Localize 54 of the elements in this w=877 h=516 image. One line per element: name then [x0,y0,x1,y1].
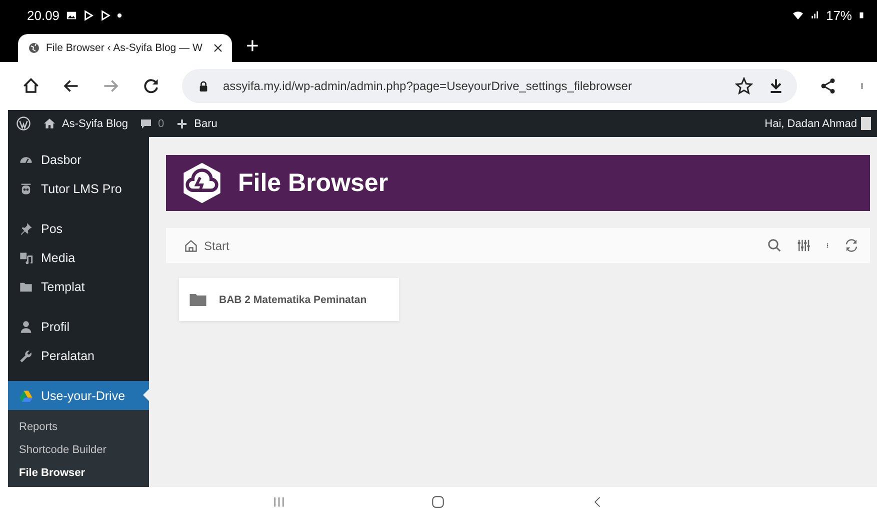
pushpin-icon [19,222,33,236]
globe-icon [28,42,40,54]
avatar-icon [861,117,871,130]
drive-logo-icon [19,388,33,403]
recent-apps-icon[interactable] [272,494,286,508]
sidebar-menu-item[interactable]: Media [8,244,149,272]
wifi-icon [792,9,804,21]
image-icon [66,10,77,20]
media-icon [19,251,33,266]
reload-icon[interactable] [142,77,160,95]
submenu-item[interactable]: File Browser [8,461,149,484]
folder-card[interactable]: BAB 2 Matematika Peminatan [179,278,399,321]
new-link[interactable]: Baru [194,118,218,130]
share-icon[interactable] [819,77,837,95]
comment-icon[interactable] [140,118,152,130]
star-icon[interactable] [735,77,753,95]
home-icon[interactable] [22,77,40,95]
home-button-icon[interactable] [430,494,446,510]
page-title: File Browser [238,168,388,198]
sidebar-menu-item[interactable]: Profil [8,312,149,342]
browser-tab[interactable]: File Browser ‹ As-Syifa Blog — W [18,34,232,62]
clock-time: 20.09 [27,8,60,22]
new-tab-button[interactable]: + [246,32,259,60]
sidebar-menu-item[interactable]: Peralatan [8,341,149,370]
person-icon [19,320,33,334]
folder-name: BAB 2 Matematika Peminatan [219,294,367,306]
notification-dot-icon [116,12,122,18]
submenu-item[interactable]: Shortcode Builder [8,438,149,461]
play-icon [100,10,111,20]
sidebar-menu-item[interactable]: Pos [8,214,149,244]
wrench-icon [19,348,33,363]
lock-icon [198,80,209,92]
breadcrumb-link[interactable]: Start [204,238,230,252]
refresh-icon[interactable] [844,238,859,253]
tutor-icon [19,182,33,196]
sidebar-menu-item[interactable]: Dasbor [8,146,149,175]
tab-title: File Browser ‹ As-Syifa Blog — W [46,42,204,54]
site-name-link[interactable]: As-Syifa Blog [62,118,128,130]
signal-icon [810,9,820,21]
sidebar-menu-item[interactable]: Tutor LMS Pro [8,174,149,204]
sidebar-menu-item[interactable]: Use-your-Drive [8,381,149,410]
address-field[interactable]: assyifa.my.id/wp-admin/admin.php?page=UseyourDrive_settings_filebrowser [182,69,797,103]
search-icon[interactable] [767,238,782,253]
sidebar-menu-item[interactable]: Templat [8,272,149,302]
sort-icon[interactable] [796,238,811,253]
submenu-item[interactable]: Reports [8,415,149,438]
wordpress-logo-icon[interactable] [16,116,31,131]
user-greeting-link[interactable]: Hai, Dadan Ahmad [764,118,857,130]
battery-level: 17% [826,8,852,22]
plus-icon[interactable] [176,118,188,130]
play-icon [82,10,94,20]
home-icon[interactable] [43,117,56,130]
close-icon[interactable] [212,42,224,54]
comment-count: 0 [158,118,164,130]
